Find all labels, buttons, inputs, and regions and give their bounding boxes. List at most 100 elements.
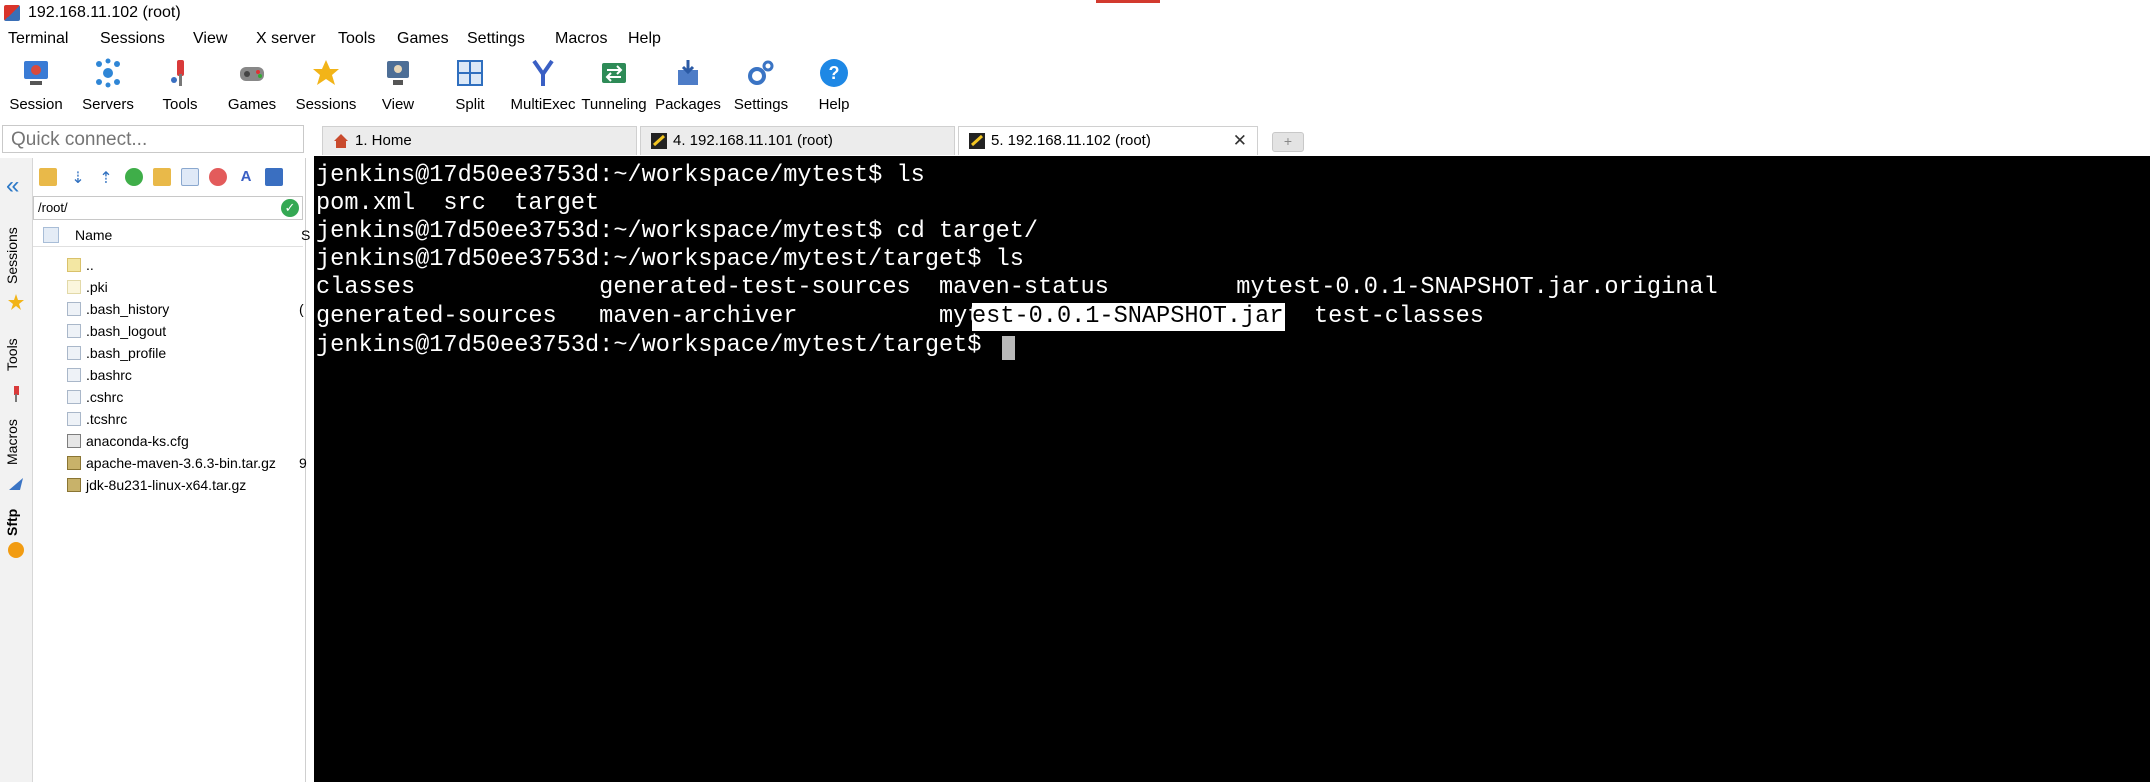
tunneling-icon: [597, 56, 631, 90]
plus-icon: +: [1283, 133, 1293, 149]
column-icon: [43, 227, 59, 243]
view-button[interactable]: View: [362, 56, 434, 113]
refresh-icon[interactable]: [125, 168, 143, 186]
new-folder-icon[interactable]: [153, 168, 171, 186]
tools-button[interactable]: Tools: [144, 56, 216, 113]
svg-text:?: ?: [829, 63, 840, 83]
terminal-view[interactable]: jenkins@17d50ee3753d:~/workspace/mytest$…: [314, 156, 2150, 782]
terminal-tab-icon: [969, 133, 985, 149]
tab-session-4[interactable]: 4. 192.168.11.101 (root): [640, 126, 955, 155]
menu-x-server[interactable]: X server: [256, 30, 316, 48]
terminal-line: jenkins@17d50ee3753d:~/workspace/mytest$…: [316, 162, 925, 189]
split-button[interactable]: Split: [434, 56, 506, 113]
menu-terminal[interactable]: Terminal: [8, 30, 68, 48]
sessions-button[interactable]: Sessions: [290, 56, 362, 113]
packages-button[interactable]: Packages: [652, 56, 724, 113]
file-icon: [67, 302, 81, 316]
archive-icon: [67, 456, 81, 470]
file-icon: [67, 390, 81, 404]
settings-button[interactable]: Settings: [725, 56, 797, 113]
check-icon[interactable]: ✓: [281, 199, 299, 217]
sftp-panel: ⇣ ⇡ A /root/ ✓ Name S .. .pki .bash_hist…: [33, 158, 310, 782]
column-name[interactable]: Name: [75, 227, 112, 243]
star-icon: [8, 294, 24, 310]
file-row[interactable]: jdk-8u231-linux-x64.tar.gz: [33, 474, 303, 496]
config-file-icon: [67, 434, 81, 448]
sftp-path-input[interactable]: /root/: [38, 200, 68, 215]
multiexec-button[interactable]: MultiExec: [507, 56, 579, 113]
terminal-line: jenkins@17d50ee3753d:~/workspace/mytest$…: [316, 218, 1039, 245]
session-button[interactable]: Session: [0, 56, 72, 113]
file-row[interactable]: anaconda-ks.cfg: [33, 430, 303, 452]
archive-icon: [67, 478, 81, 492]
file-row[interactable]: apache-maven-3.6.3-bin.tar.gz 9: [33, 452, 307, 474]
games-button[interactable]: Games: [216, 56, 288, 113]
menu-sessions[interactable]: Sessions: [100, 30, 165, 48]
properties-icon[interactable]: [265, 168, 283, 186]
file-row[interactable]: .bashrc: [33, 364, 303, 386]
sftp-toolbar: ⇣ ⇡ A: [35, 166, 303, 190]
sftp-path-bar: /root/ ✓: [33, 196, 303, 220]
side-tab-macros[interactable]: Macros: [4, 414, 28, 470]
servers-button[interactable]: Servers: [72, 56, 144, 113]
download-icon[interactable]: ⇣: [69, 168, 87, 187]
close-icon[interactable]: ✕: [1233, 131, 1247, 151]
folder-up-icon[interactable]: [39, 168, 57, 186]
column-size[interactable]: S: [301, 227, 310, 243]
packages-icon: [671, 56, 705, 90]
menu-help[interactable]: Help: [628, 30, 661, 48]
file-row[interactable]: .tcshrc: [33, 408, 303, 430]
menu-macros[interactable]: Macros: [555, 30, 607, 48]
file-row[interactable]: .bash_logout: [33, 320, 303, 342]
menu-games[interactable]: Games: [397, 30, 449, 48]
file-icon: [67, 346, 81, 360]
file-row[interactable]: ..: [33, 254, 303, 276]
file-row[interactable]: .bash_profile: [33, 342, 303, 364]
side-tab-tools[interactable]: Tools: [4, 330, 28, 380]
file-list-header: Name S: [33, 224, 310, 247]
terminal-prompt: jenkins@17d50ee3753d:~/workspace/mytest/…: [316, 332, 996, 359]
servers-icon: [91, 56, 125, 90]
menu-tools[interactable]: Tools: [338, 30, 375, 48]
terminal-cursor: [1002, 336, 1015, 360]
help-button[interactable]: ? Help: [798, 56, 870, 113]
split-icon: [453, 56, 487, 90]
new-tab-button[interactable]: +: [1272, 132, 1304, 152]
tab-session-5[interactable]: 5. 192.168.11.102 (root) ✕: [958, 126, 1258, 155]
upload-icon[interactable]: ⇡: [97, 168, 115, 187]
side-tab-sessions[interactable]: Sessions: [4, 224, 28, 288]
title-accent: [1096, 0, 1160, 3]
tunneling-button[interactable]: Tunneling: [578, 56, 650, 113]
home-icon: [333, 133, 349, 149]
new-file-icon[interactable]: [181, 168, 199, 186]
terminal-line-tail: test-classes: [1314, 303, 1484, 330]
quick-connect-input[interactable]: [9, 127, 303, 153]
delete-icon[interactable]: [209, 168, 227, 186]
quick-connect: [2, 125, 304, 153]
window-title: 192.168.11.102 (root): [28, 4, 181, 21]
file-row[interactable]: .cshrc: [33, 386, 303, 408]
gears-icon: [744, 56, 778, 90]
file-row[interactable]: .pki: [33, 276, 303, 298]
tab-home[interactable]: 1. Home: [322, 126, 637, 155]
folder-icon: [67, 258, 81, 272]
collapse-icon[interactable]: «: [6, 172, 19, 200]
terminal-line: jenkins@17d50ee3753d:~/workspace/mytest/…: [316, 246, 1024, 273]
session-tabs: 1. Home 4. 192.168.11.101 (root) 5. 192.…: [312, 126, 2150, 156]
menu-view[interactable]: View: [193, 30, 227, 48]
terminal-line: classes generated-test-sources maven-sta…: [316, 274, 1718, 301]
file-row[interactable]: .bash_history (: [33, 298, 304, 320]
games-icon: [235, 56, 269, 90]
help-icon: ?: [817, 56, 851, 90]
file-icon: [67, 412, 81, 426]
menu-settings[interactable]: Settings: [467, 30, 525, 48]
macros-icon: [8, 476, 24, 492]
view-icon: [381, 56, 415, 90]
side-tab-sftp[interactable]: Sftp: [4, 504, 28, 540]
terminal-line: generated-sources maven-archiver myt: [316, 303, 982, 330]
star-icon: [309, 56, 343, 90]
menu-bar: Terminal Sessions View X server Tools Ga…: [0, 27, 2150, 51]
main-toolbar: Session Servers Tools Games Sessions Vie…: [0, 52, 2150, 122]
file-icon: [67, 324, 81, 338]
rename-icon[interactable]: A: [237, 168, 255, 186]
